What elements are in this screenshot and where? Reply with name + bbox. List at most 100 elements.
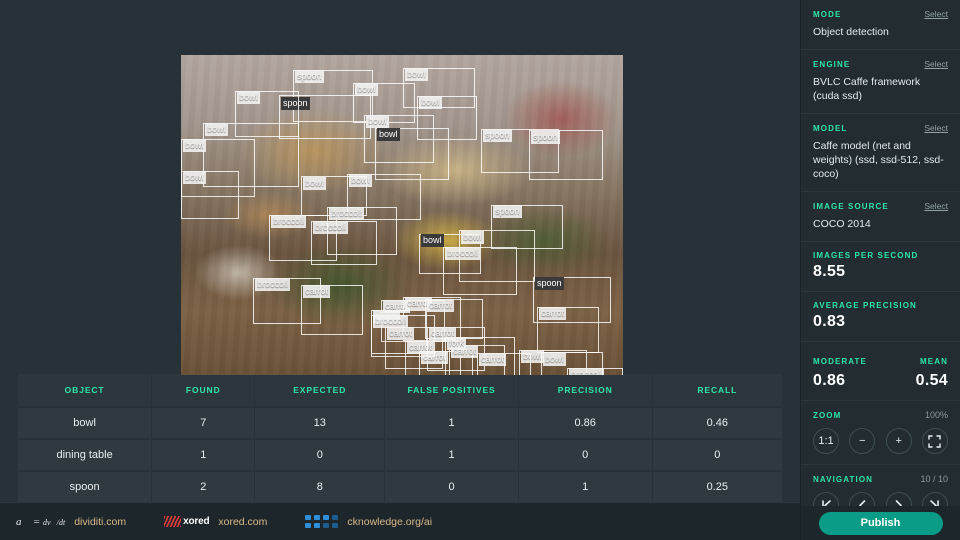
detection-image-container[interactable]: spoonbowlspoonbowlbowlbowlbowlbowlbowlbo… xyxy=(181,55,623,375)
metric-mean-title: MEAN xyxy=(920,357,948,366)
section-engine-value: BVLC Caffe framework (cuda ssd) xyxy=(813,75,948,103)
ck-dot xyxy=(314,523,320,528)
column-header-false-positives[interactable]: FALSE POSITIVES xyxy=(385,374,519,407)
zoom-fullscreen-button[interactable] xyxy=(922,428,948,454)
nav-first-button[interactable] xyxy=(813,492,839,506)
detection-label: spoon xyxy=(295,70,324,83)
detection-label: broccoli xyxy=(445,247,480,260)
zoom-title: ZOOM xyxy=(813,411,841,420)
ck-dot xyxy=(323,515,329,520)
results-table-container: OBJECT FOUND EXPECTED FALSE POSITIVES PR… xyxy=(0,374,800,502)
detection-label: carrot xyxy=(427,299,454,312)
table-cell-precision: 1 xyxy=(518,471,652,502)
section-model: MODEL Select Caffe model (net and weight… xyxy=(801,114,960,192)
section-model-head: MODEL Select xyxy=(813,123,948,133)
table-cell-expected: 0 xyxy=(255,439,385,471)
table-row[interactable]: spoon28010.25 xyxy=(18,471,782,502)
results-table-head: OBJECT FOUND EXPECTED FALSE POSITIVES PR… xyxy=(18,374,782,407)
brand-label-xored[interactable]: xored.com xyxy=(218,516,267,528)
select-engine-link[interactable]: Select xyxy=(924,59,948,69)
navigation-controls: NAVIGATION 10 / 10 xyxy=(801,465,960,506)
table-row[interactable]: bowl71310.860.46 xyxy=(18,407,782,439)
cknowledge-grid-logo xyxy=(305,515,338,528)
metric-ap-value: 0.83 xyxy=(813,313,948,331)
table-cell-recall: 0.46 xyxy=(652,407,782,439)
skip-to-last-icon xyxy=(928,499,941,507)
table-cell-false-positives: 1 xyxy=(385,407,519,439)
sidebar-scroll-area: MODE Select Object detection ENGINE Sele… xyxy=(801,0,960,506)
metric-pair-values: 0.86 0.54 xyxy=(813,369,948,390)
section-mode-title: MODE xyxy=(813,10,841,19)
zoom-in-button[interactable]: + xyxy=(886,428,912,454)
table-row[interactable]: dining table10100 xyxy=(18,439,782,471)
detection-label: broccoli xyxy=(569,368,604,375)
metric-ap-title: AVERAGE PRECISION xyxy=(813,301,948,310)
section-mode-value: Object detection xyxy=(813,25,948,39)
metric-average-precision: AVERAGE PRECISION 0.83 xyxy=(801,292,960,342)
detection-label: carrot xyxy=(303,285,330,298)
brand-label-cknowledge[interactable]: cknowledge.org/ai xyxy=(347,516,432,528)
brand-dividiti[interactable]: a⃗ = dv⃗/dt dividiti.com xyxy=(16,516,126,528)
detection-label: spoon xyxy=(535,277,564,290)
zoom-one-to-one-button[interactable]: 1:1 xyxy=(813,428,839,454)
table-cell-object: spoon xyxy=(18,471,152,502)
navigation-title: NAVIGATION xyxy=(813,475,873,484)
metric-moderate-title: MODERATE xyxy=(813,357,867,366)
zoom-controls: ZOOM 100% 1:1 − + xyxy=(801,401,960,465)
detection-label: broccoli xyxy=(329,207,364,220)
xored-wordmark: xored xyxy=(183,516,209,527)
detection-label: bowl xyxy=(405,68,428,81)
select-image-source-link[interactable]: Select xyxy=(924,201,948,211)
column-header-precision[interactable]: PRECISION xyxy=(518,374,652,407)
table-cell-object: bowl xyxy=(18,407,152,439)
chevron-right-icon xyxy=(892,499,905,507)
detection-label: broccoli xyxy=(255,278,290,291)
detection-label: bowl xyxy=(543,353,566,366)
table-cell-recall: 0.25 xyxy=(652,471,782,502)
detection-label: fork xyxy=(447,337,466,350)
detection-label: bowl xyxy=(461,231,484,244)
nav-last-button[interactable] xyxy=(922,492,948,506)
metric-pair-titles: MODERATE MEAN xyxy=(813,351,948,369)
zoom-out-button[interactable]: − xyxy=(849,428,875,454)
section-image-source-value: COCO 2014 xyxy=(813,217,948,231)
column-header-object[interactable]: OBJECT xyxy=(18,374,152,407)
column-header-recall[interactable]: RECALL xyxy=(652,374,782,407)
table-cell-expected: 8 xyxy=(255,471,385,502)
section-image-source-title: IMAGE SOURCE xyxy=(813,202,889,211)
table-cell-found: 1 xyxy=(152,439,255,471)
zoom-level-value: 100% xyxy=(925,410,948,420)
section-image-source-head: IMAGE SOURCE Select xyxy=(813,201,948,211)
ck-dot xyxy=(314,515,320,520)
table-cell-found: 7 xyxy=(152,407,255,439)
detection-label: bowl xyxy=(183,171,206,184)
table-header-row: OBJECT FOUND EXPECTED FALSE POSITIVES PR… xyxy=(18,374,782,407)
detection-label: spoon xyxy=(531,131,560,144)
select-mode-link[interactable]: Select xyxy=(924,9,948,19)
ck-dot xyxy=(323,523,329,528)
brand-xored[interactable]: xored xored.com xyxy=(164,516,267,528)
detection-label: spoon xyxy=(483,129,512,142)
detection-viewer[interactable]: spoonbowlspoonbowlbowlbowlbowlbowlbowlbo… xyxy=(0,0,800,374)
select-model-link[interactable]: Select xyxy=(924,123,948,133)
detection-label: bowl xyxy=(377,128,400,141)
section-model-title: MODEL xyxy=(813,124,847,133)
table-cell-object: dining table xyxy=(18,439,152,471)
table-cell-false-positives: 1 xyxy=(385,439,519,471)
navigation-button-row xyxy=(813,492,948,506)
column-header-found[interactable]: FOUND xyxy=(152,374,255,407)
section-mode-head: MODE Select xyxy=(813,9,948,19)
brand-label-dividiti[interactable]: dividiti.com xyxy=(74,516,126,528)
skip-to-first-icon xyxy=(820,499,833,507)
nav-prev-button[interactable] xyxy=(849,492,875,506)
detection-label: bowl xyxy=(303,177,326,190)
nav-next-button[interactable] xyxy=(886,492,912,506)
metric-moderate-value: 0.86 xyxy=(813,372,881,390)
chevron-left-icon xyxy=(856,499,869,507)
column-header-expected[interactable]: EXPECTED xyxy=(255,374,385,407)
section-mode: MODE Select Object detection xyxy=(801,0,960,50)
brand-cknowledge[interactable]: cknowledge.org/ai xyxy=(305,515,432,528)
zoom-button-row: 1:1 − + xyxy=(813,428,948,454)
dividiti-derivative-logo: a⃗ = dv⃗/dt xyxy=(16,516,65,528)
publish-button[interactable]: Publish xyxy=(819,512,943,535)
